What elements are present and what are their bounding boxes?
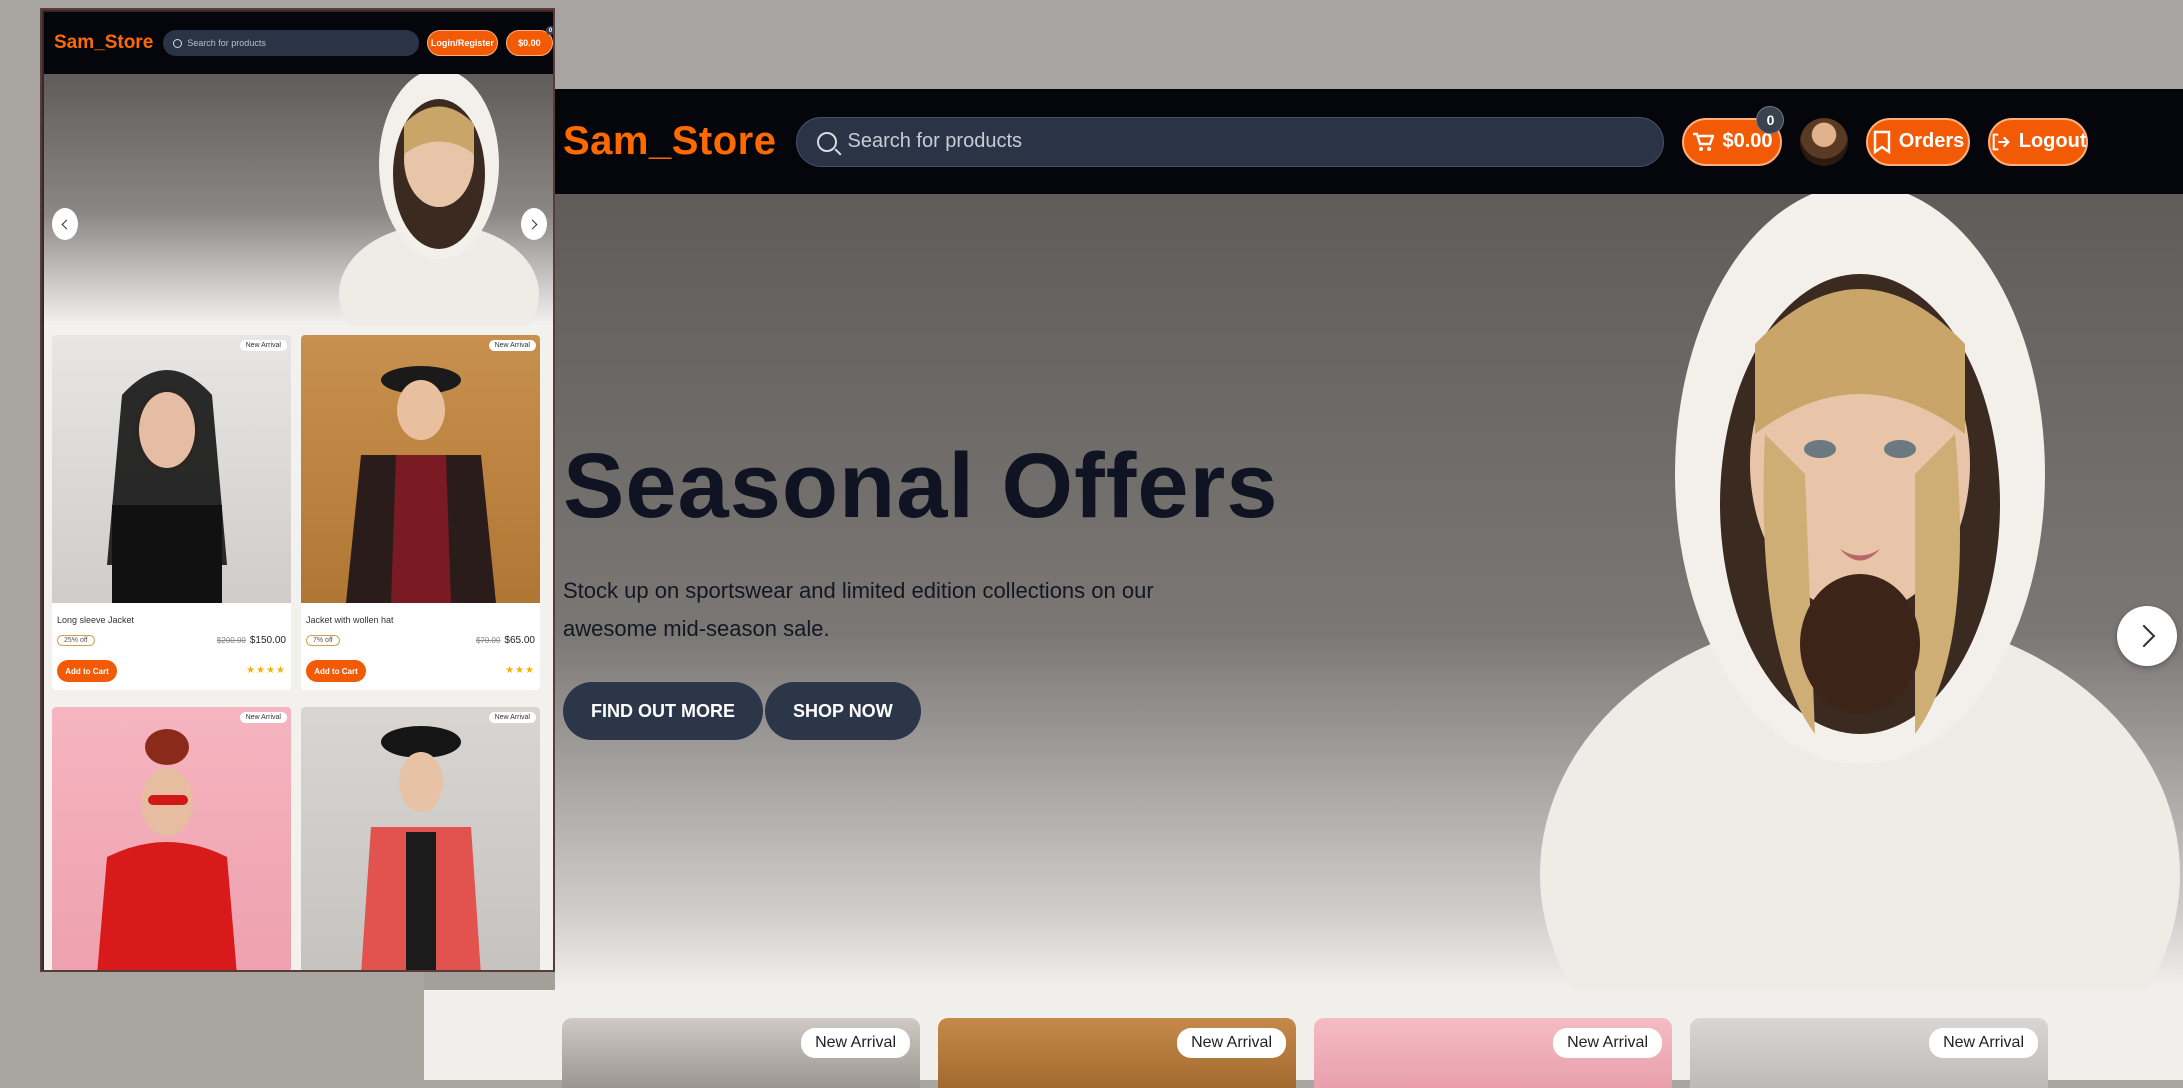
product-card[interactable]: New Arrival Long sleeve Jacket 25% off $… (52, 335, 291, 690)
user-avatar[interactable] (1800, 117, 1849, 166)
search-icon (817, 131, 838, 152)
carousel-next-button[interactable] (2117, 606, 2177, 666)
product-card[interactable]: New Arrival (1690, 1018, 2048, 1088)
hero-buttons: FIND OUT MORE SHOP NOW (563, 682, 921, 740)
rating-stars: ★★★★ (246, 665, 286, 676)
product-card[interactable]: New Arrival (52, 707, 291, 970)
product-grid: New Arrival Long sleeve Jacket 25% off $… (44, 327, 553, 970)
new-arrival-badge: New Arrival (1929, 1028, 2038, 1058)
carousel-next-button[interactable] (521, 208, 547, 240)
product-card[interactable]: New Arrival Jacket with wollen hat 7% of… (301, 335, 540, 690)
mobile-navbar: Sam_Store Search for products Login/Regi… (44, 12, 553, 74)
orders-button[interactable]: Orders (1866, 117, 1971, 166)
orders-label: Orders (1898, 130, 1965, 152)
search-placeholder: Search for products (847, 130, 1023, 152)
search-icon (173, 38, 183, 48)
product-card[interactable]: New Arrival (301, 707, 540, 970)
cart-total: $0.00 (1722, 130, 1773, 152)
product-image (52, 707, 291, 970)
browser-top-area (424, 0, 2183, 89)
login-register-button[interactable]: Login/Register (426, 30, 498, 56)
store-logo[interactable]: Sam_Store (563, 119, 776, 164)
hero-banner (44, 74, 553, 327)
mobile-preview: Sam_Store Search for products Login/Regi… (40, 8, 555, 972)
logout-icon (1993, 133, 2011, 150)
hero-subtitle: Stock up on sportswear and limited editi… (563, 578, 1154, 641)
add-to-cart-button[interactable]: Add to Cart (57, 660, 117, 682)
product-name: Jacket with wollen hat (306, 615, 394, 625)
hero-banner: Seasonal Offers Stock up on sportswear a… (555, 194, 2183, 990)
current-price: $65.00 (504, 635, 535, 646)
current-price: $150.00 (249, 635, 286, 646)
logout-button[interactable]: Logout (1988, 117, 2089, 166)
find-out-more-button[interactable]: FIND OUT MORE (563, 682, 763, 740)
desktop-navbar: Sam_Store Search for products $0.00 0 Or… (555, 89, 2183, 194)
cart-button[interactable]: $0.00 0 (1682, 105, 1785, 166)
new-arrival-badge: New Arrival (1177, 1028, 1286, 1058)
bookmark-icon (1873, 130, 1890, 154)
add-to-cart-button[interactable]: Add to Cart (306, 660, 366, 682)
old-price: $70.00 (475, 636, 501, 645)
cart-icon (1693, 132, 1715, 151)
new-arrival-badge: New Arrival (801, 1028, 910, 1058)
chevron-right-icon (2132, 624, 2156, 648)
product-card[interactable]: New Arrival (1314, 1018, 1672, 1088)
discount-badge: 7% off (306, 635, 340, 646)
hero-model-image (1540, 194, 2180, 990)
search-input[interactable]: Search for products (163, 30, 419, 56)
chevron-left-icon (61, 219, 72, 229)
product-card[interactable]: New Arrival (562, 1018, 920, 1088)
product-strip: New Arrival New Arrival New Arrival New … (424, 990, 2183, 1088)
product-image (301, 335, 540, 603)
new-arrival-badge: New Arrival (488, 712, 536, 723)
product-image (301, 707, 540, 970)
cart-count-badge: 0 (1756, 105, 1785, 134)
product-card[interactable]: New Arrival (938, 1018, 1296, 1088)
cart-total: $0.00 (518, 38, 541, 48)
hero-title: Seasonal Offers (563, 435, 1279, 537)
product-price: $200.00 $150.00 (217, 635, 286, 646)
desktop-view: Sam_Store Search for products $0.00 0 Or… (424, 0, 2183, 1088)
product-price: $70.00 $65.00 (476, 635, 535, 646)
product-name: Long sleeve Jacket (57, 615, 135, 625)
cart-button[interactable]: $0.00 0 (505, 26, 553, 56)
store-logo[interactable]: Sam_Store (54, 32, 153, 54)
new-arrival-badge: New Arrival (488, 340, 536, 351)
new-arrival-badge: New Arrival (239, 712, 287, 723)
rating-stars: ★★★ (505, 665, 535, 676)
logout-label: Logout (2018, 130, 2087, 152)
cart-count-badge: 0 (545, 26, 553, 35)
old-price: $200.00 (216, 636, 246, 645)
discount-badge: 25% off (57, 635, 95, 646)
carousel-prev-button[interactable] (52, 208, 78, 240)
product-image (52, 335, 291, 603)
new-arrival-badge: New Arrival (239, 340, 287, 351)
search-input[interactable]: Search for products (796, 116, 1665, 167)
shop-now-button[interactable]: SHOP NOW (765, 682, 921, 740)
search-placeholder: Search for products (187, 38, 266, 48)
hero-model-image (339, 74, 539, 327)
new-arrival-badge: New Arrival (1553, 1028, 1662, 1058)
chevron-right-icon (527, 219, 538, 229)
